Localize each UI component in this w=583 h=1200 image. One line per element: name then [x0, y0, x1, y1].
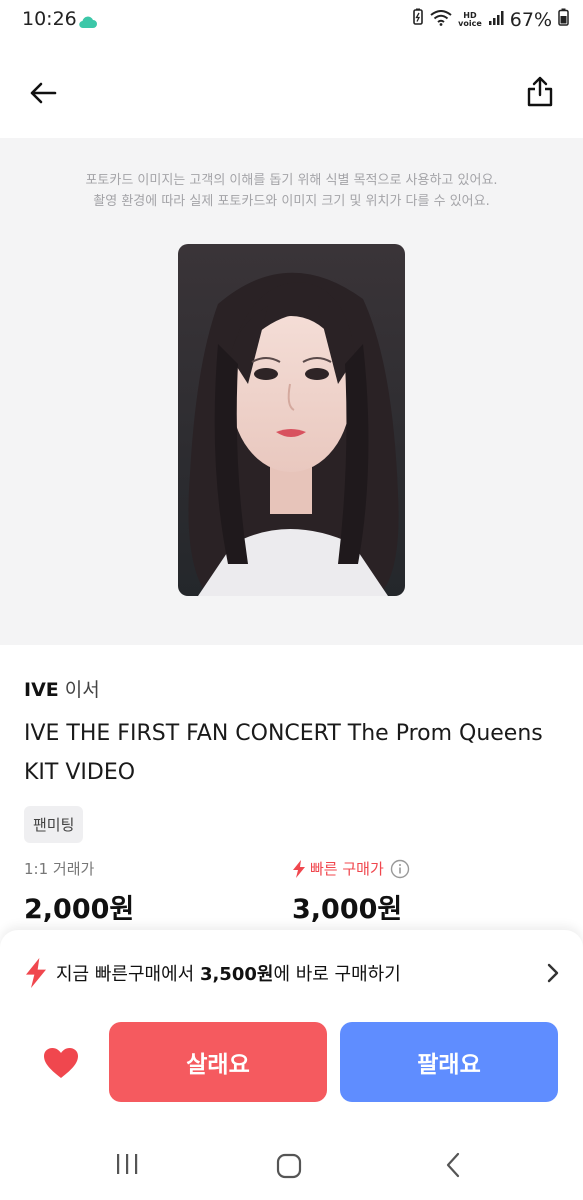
notice-line-2: 촬영 환경에 따라 실제 포토카드와 이미지 크기 및 위치가 다를 수 있어요…	[93, 194, 490, 209]
sell-button[interactable]: 팔래요	[340, 1022, 558, 1102]
photocard-section: 포토카드 이미지는 고객의 이해를 돕기 위해 식별 목적으로 사용하고 있어요…	[0, 138, 583, 645]
product-info: IVE 이서 IVE THE FIRST FAN CONCERT The Prom…	[24, 676, 564, 843]
back-button[interactable]	[22, 72, 64, 114]
system-nav-bar	[0, 1130, 583, 1200]
info-icon[interactable]	[390, 859, 410, 879]
quick-buy-banner[interactable]: 지금 빠른구매에서 3,500원에 바로 구매하기	[24, 954, 559, 992]
fast-price-label-row: 빠른 구매가	[292, 858, 410, 879]
member-name[interactable]: 이서	[65, 679, 100, 701]
arrow-left-icon	[30, 82, 57, 104]
chevron-right-icon	[547, 963, 559, 983]
share-icon	[527, 76, 553, 107]
trade-price-block: 1:1 거래가 2,000원	[24, 858, 134, 926]
photocard-image[interactable]	[178, 244, 405, 596]
top-nav	[0, 48, 583, 136]
fast-price-block: 빠른 구매가 3,000원	[292, 858, 410, 926]
quick-buy-amount: 3,500원	[199, 964, 274, 985]
product-title: IVE THE FIRST FAN CONCERT The Prom Queen…	[24, 721, 543, 785]
trade-price-value: 2,000원	[24, 894, 135, 925]
lightning-icon	[293, 859, 305, 878]
status-time: 10:26	[22, 8, 77, 30]
signal-icon	[488, 9, 504, 31]
wifi-icon	[430, 9, 452, 31]
category-badge[interactable]: 팬미팅	[24, 806, 84, 843]
quick-buy-suffix: 에 바로 구매하기	[273, 964, 401, 985]
battery-icon	[558, 8, 569, 31]
photocard-notice: 포토카드 이미지는 고객의 이해를 돕기 위해 식별 목적으로 사용하고 있어요…	[0, 170, 583, 212]
buy-button[interactable]: 살래요	[109, 1022, 327, 1102]
heart-icon	[44, 1048, 78, 1078]
cloud-icon	[78, 12, 98, 34]
recents-icon[interactable]	[115, 1152, 139, 1180]
artist-line: IVE 이서	[24, 676, 564, 704]
battery-saver-icon	[412, 8, 424, 31]
like-button[interactable]	[38, 1040, 84, 1086]
home-icon[interactable]	[275, 1152, 303, 1184]
hd-voice-icon: HD voice	[458, 10, 482, 28]
trade-price-label: 1:1 거래가	[24, 860, 95, 878]
artist-name[interactable]: IVE	[24, 679, 59, 701]
lightning-icon	[24, 958, 48, 988]
status-icons: HD voice 67%	[412, 8, 569, 31]
back-nav-icon[interactable]	[444, 1152, 462, 1182]
action-row: 살래요 팔래요	[0, 1022, 583, 1104]
status-bar: 10:26 HD voice 67%	[0, 0, 583, 40]
fast-price-value: 3,000원	[292, 894, 403, 925]
quick-buy-text: 지금 빠른구매에서 3,500원에 바로 구매하기	[56, 960, 401, 986]
fast-price-label: 빠른 구매가	[310, 860, 384, 878]
notice-line-1: 포토카드 이미지는 고객의 이해를 돕기 위해 식별 목적으로 사용하고 있어요…	[85, 173, 498, 188]
battery-percent: 67%	[509, 8, 552, 31]
quick-buy-prefix: 지금 빠른구매에서	[56, 964, 200, 985]
share-button[interactable]	[519, 70, 561, 112]
